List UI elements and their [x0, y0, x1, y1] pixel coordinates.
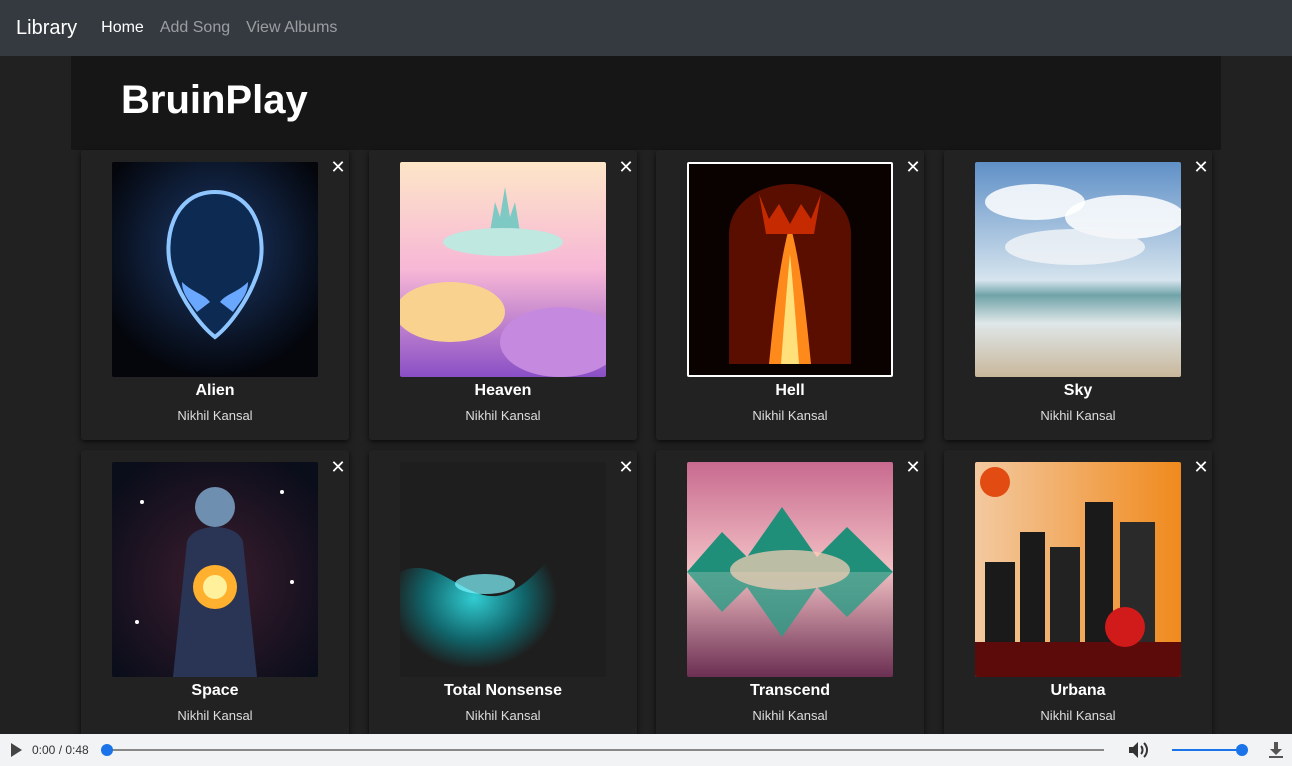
song-title: Urbana	[1050, 682, 1106, 699]
delete-song-button[interactable]: ✕	[904, 458, 922, 476]
header-banner: BruinPlay	[71, 56, 1221, 150]
play-icon[interactable]	[11, 743, 22, 757]
song-artist: Nikhil Kansal	[1040, 708, 1116, 723]
album-art-sky[interactable]	[975, 162, 1181, 377]
song-card[interactable]: ✕ Sky Nikhil Kansal	[944, 150, 1212, 440]
song-title: Sky	[1063, 382, 1093, 399]
album-art-heaven[interactable]	[400, 162, 606, 377]
delete-song-button[interactable]: ✕	[904, 158, 922, 176]
song-card[interactable]: ✕ Alien Nikhil Kansal	[81, 150, 349, 440]
album-art-hell[interactable]	[687, 162, 893, 377]
album-art-transcend[interactable]	[687, 462, 893, 677]
delete-song-button[interactable]: ✕	[1192, 158, 1210, 176]
audio-player: 0:00 / 0:48	[0, 734, 1292, 766]
navbar-brand[interactable]: Library	[16, 17, 77, 40]
song-artist: Nikhil Kansal	[465, 708, 541, 723]
song-card[interactable]: ✕ Hell Nikhil Kansal	[656, 150, 924, 440]
nav-link-view-albums[interactable]: View Albums	[246, 19, 337, 37]
song-card[interactable]: ✕ Total Nonsense Nikhil Kansal	[369, 450, 637, 740]
album-art-urbana[interactable]	[975, 462, 1181, 677]
song-title: Heaven	[474, 382, 532, 399]
navbar: Library Home Add Song View Albums	[0, 0, 1292, 56]
song-artist: Nikhil Kansal	[752, 708, 828, 723]
seek-thumb[interactable]	[101, 744, 113, 756]
volume-thumb[interactable]	[1236, 744, 1248, 756]
song-title: Total Nonsense	[444, 682, 562, 699]
download-icon[interactable]	[1268, 741, 1284, 759]
album-art-alien[interactable]	[112, 162, 318, 377]
song-title: Hell	[775, 382, 805, 399]
delete-song-button[interactable]: ✕	[617, 158, 635, 176]
song-artist: Nikhil Kansal	[465, 408, 541, 423]
album-art-total-nonsense[interactable]	[400, 462, 606, 677]
song-card[interactable]: ✕ Urbana Nikhil Kansal	[944, 450, 1212, 740]
volume-slider[interactable]	[1172, 749, 1242, 751]
nav-link-add-song[interactable]: Add Song	[160, 19, 230, 37]
nav-link-home[interactable]: Home	[101, 19, 144, 37]
time-display: 0:00 / 0:48	[32, 743, 89, 757]
delete-song-button[interactable]: ✕	[1192, 458, 1210, 476]
song-title: Transcend	[749, 682, 831, 699]
delete-song-button[interactable]: ✕	[329, 158, 347, 176]
song-artist: Nikhil Kansal	[752, 408, 828, 423]
volume-icon[interactable]	[1128, 741, 1150, 759]
song-artist: Nikhil Kansal	[177, 708, 253, 723]
delete-song-button[interactable]: ✕	[617, 458, 635, 476]
page-title: BruinPlay	[121, 78, 308, 122]
song-artist: Nikhil Kansal	[1040, 408, 1116, 423]
song-title: Alien	[195, 382, 235, 399]
song-card[interactable]: ✕ Space Nikhil Kansal	[81, 450, 349, 740]
song-title: Space	[191, 682, 239, 699]
song-card[interactable]: ✕ Transcend Nikhil Kansal	[656, 450, 924, 740]
album-art-space[interactable]	[112, 462, 318, 677]
song-card[interactable]: ✕ Heaven Nikhil Kansal	[369, 150, 637, 440]
delete-song-button[interactable]: ✕	[329, 458, 347, 476]
seek-bar[interactable]	[106, 749, 1104, 751]
song-artist: Nikhil Kansal	[177, 408, 253, 423]
